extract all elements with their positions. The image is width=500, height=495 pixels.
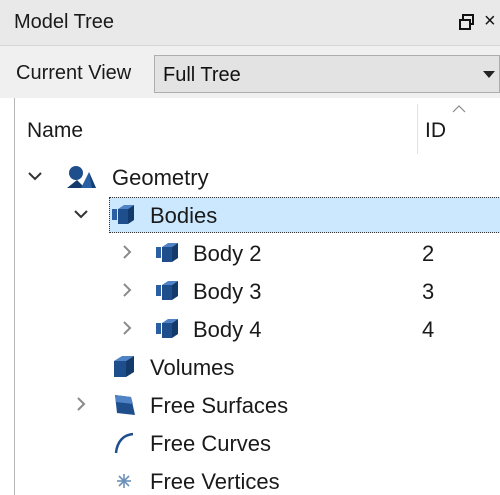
body-cube-icon bbox=[112, 205, 134, 224]
tree-row-body-3[interactable]: Body 3 3 bbox=[15, 273, 500, 311]
dropdown-arrow-icon bbox=[483, 71, 495, 78]
tree-row-bodies[interactable]: Bodies bbox=[15, 197, 500, 235]
geometry-icon bbox=[67, 166, 96, 188]
tree-label-body-4: Body 4 bbox=[193, 317, 262, 342]
chevron-right-icon[interactable] bbox=[119, 282, 135, 298]
tree-label-free-vertices: Free Vertices bbox=[150, 469, 280, 494]
tree-row-geometry[interactable]: Geometry bbox=[15, 159, 500, 197]
curve-icon bbox=[114, 432, 134, 454]
chevron-right-icon[interactable] bbox=[119, 320, 135, 336]
sort-ascending-icon bbox=[452, 105, 466, 113]
body-cube-icon bbox=[156, 243, 178, 262]
tree-row-free-curves[interactable]: Free Curves bbox=[15, 425, 500, 463]
column-name[interactable]: Name bbox=[27, 119, 83, 143]
tree-label-bodies: Bodies bbox=[150, 203, 218, 228]
body-cube-icon bbox=[156, 281, 178, 300]
tree-id-body-4: 4 bbox=[422, 317, 435, 342]
tree-row-volumes[interactable]: Volumes bbox=[15, 349, 500, 387]
tree-label-free-surfaces: Free Surfaces bbox=[150, 393, 289, 418]
body-cube-icon bbox=[156, 319, 178, 338]
surface-icon bbox=[115, 395, 135, 415]
current-view-label: Current View bbox=[16, 62, 132, 84]
tree-label-geometry: Geometry bbox=[112, 165, 209, 190]
panel-header: Model Tree × bbox=[0, 0, 500, 46]
tree-label-volumes: Volumes bbox=[150, 355, 235, 380]
tree-row-body-4[interactable]: Body 4 4 bbox=[15, 311, 500, 349]
close-icon[interactable]: × bbox=[484, 9, 496, 33]
tree-label-body-3: Body 3 bbox=[193, 279, 262, 304]
tree-label-free-curves: Free Curves bbox=[150, 431, 272, 456]
tree-id-body-2: 2 bbox=[422, 241, 435, 266]
vertex-icon bbox=[117, 474, 131, 488]
column-divider[interactable] bbox=[417, 104, 418, 154]
column-id[interactable]: ID bbox=[425, 119, 446, 143]
chevron-right-icon[interactable] bbox=[119, 244, 135, 260]
tree-row-free-surfaces[interactable]: Free Surfaces bbox=[15, 387, 500, 425]
chevron-down-icon[interactable] bbox=[73, 206, 89, 222]
view-select[interactable]: Full Tree bbox=[154, 55, 500, 93]
panel-title: Model Tree bbox=[14, 11, 115, 33]
chevron-down-icon[interactable] bbox=[27, 168, 43, 184]
chevron-right-icon[interactable] bbox=[73, 396, 89, 412]
tree-id-body-3: 3 bbox=[422, 279, 435, 304]
volume-cube-icon bbox=[114, 356, 134, 377]
model-tree[interactable]: Name ID Geometry Bodies Body 2 2 Body 3 … bbox=[14, 98, 500, 495]
tree-row-free-vertices[interactable]: Free Vertices bbox=[15, 463, 500, 495]
tree-row-body-2[interactable]: Body 2 2 bbox=[15, 235, 500, 273]
column-header: Name ID bbox=[15, 98, 500, 156]
tree-label-body-2: Body 2 bbox=[193, 241, 262, 266]
float-icon[interactable] bbox=[458, 13, 476, 31]
view-select-value: Full Tree bbox=[163, 64, 241, 86]
